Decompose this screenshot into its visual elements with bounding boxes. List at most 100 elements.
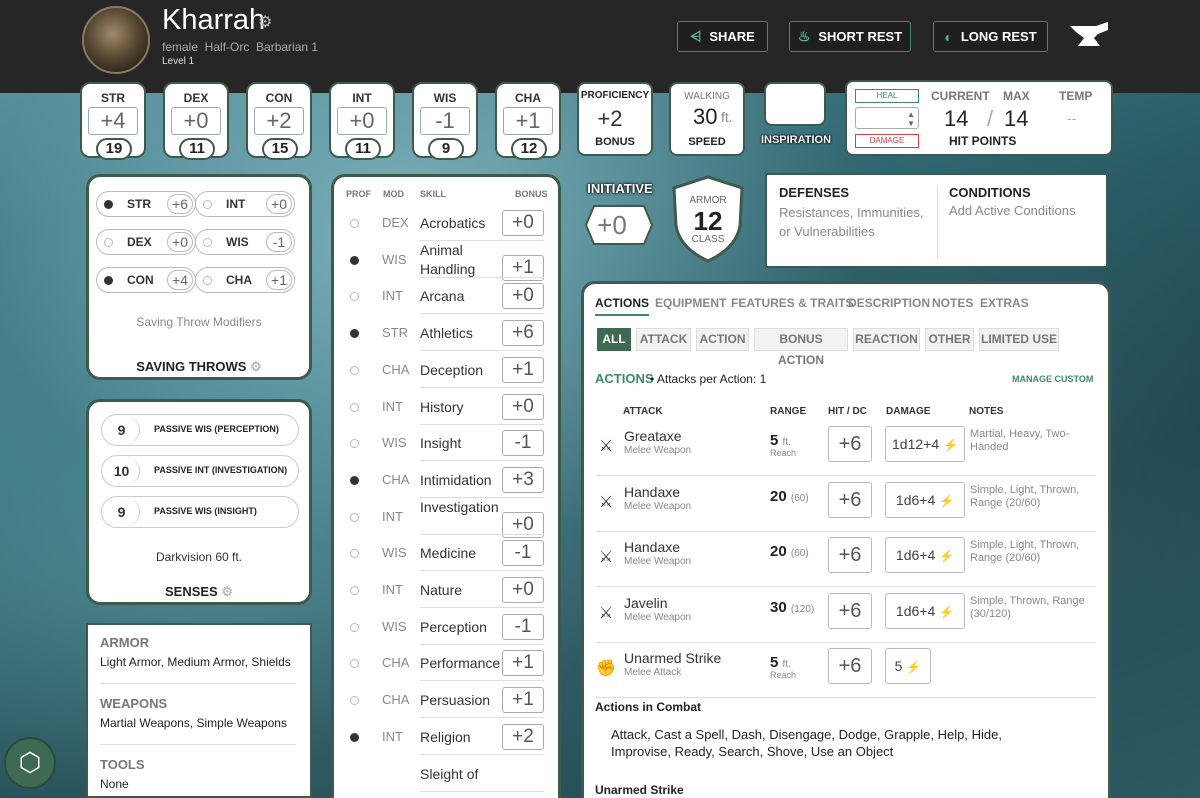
- filter-other[interactable]: OTHER: [925, 328, 974, 351]
- damage-button[interactable]: 1d12+4 ⚡: [885, 426, 965, 462]
- stepper-arrows-icon[interactable]: ▲ ▼: [907, 110, 915, 128]
- saving-throw-value: +4: [167, 270, 193, 290]
- skill-row[interactable]: CHA Performance +1: [334, 645, 558, 682]
- temp-hp-value[interactable]: --: [1067, 110, 1076, 126]
- weapons-prof-title: WEAPONS: [100, 696, 168, 711]
- saving-throw-int[interactable]: INT +0: [195, 191, 295, 217]
- inspiration-toggle[interactable]: [764, 82, 826, 126]
- tab-actions[interactable]: ACTIONS: [595, 296, 649, 316]
- hit-button[interactable]: +6: [828, 537, 872, 574]
- passive-perception[interactable]: 9 PASSIVE WIS (PERCEPTION): [101, 414, 299, 446]
- skill-row[interactable]: INT Arcana +0: [334, 278, 558, 315]
- saving-throws-title[interactable]: SAVING THROWS ⚙: [89, 359, 309, 375]
- hp-change-input[interactable]: ▲ ▼: [855, 107, 919, 129]
- skill-row[interactable]: DEX Acrobatics +0: [334, 205, 558, 241]
- current-hp-value[interactable]: 14: [944, 106, 968, 132]
- damage-button[interactable]: DAMAGE: [855, 134, 919, 148]
- hit-button[interactable]: +6: [828, 592, 872, 629]
- d20-icon[interactable]: ⬡: [4, 737, 56, 789]
- skill-bonus: +1: [502, 650, 544, 677]
- filter-attack[interactable]: ATTACK: [636, 328, 691, 351]
- attack-type: Melee Weapon: [624, 445, 692, 456]
- hit-button[interactable]: +6: [828, 648, 872, 685]
- skill-row[interactable]: WIS Insight -1: [334, 425, 558, 462]
- gear-icon[interactable]: ⚙: [258, 12, 272, 32]
- senses-title[interactable]: SENSES ⚙: [89, 584, 309, 600]
- skill-row[interactable]: WIS Medicine -1: [334, 535, 558, 572]
- tab-extras[interactable]: EXTRAS: [980, 296, 1029, 310]
- skill-row[interactable]: STR Athletics +6: [334, 315, 558, 352]
- damage-button[interactable]: 1d6+4 ⚡: [885, 592, 965, 629]
- proficiency-dot: [104, 276, 113, 285]
- proficiency-dot: [350, 292, 359, 302]
- long-rest-button[interactable]: ◐ LONG REST: [933, 21, 1048, 52]
- skill-row[interactable]: INT Nature +0: [334, 572, 558, 608]
- saving-throw-cha[interactable]: CHA +1: [195, 267, 295, 293]
- actions-in-combat-list[interactable]: Attack, Cast a Spell, Dash, Disengage, D…: [611, 726, 1061, 760]
- crossed-swords-icon: ⚔: [598, 604, 614, 622]
- ability-cha[interactable]: CHA +1 12: [495, 82, 561, 160]
- anvil-logo[interactable]: [1066, 18, 1112, 54]
- filter-limited-use[interactable]: LIMITED USE: [979, 328, 1059, 351]
- saving-throw-dex[interactable]: DEX +0: [96, 229, 196, 255]
- ability-con[interactable]: CON +2 15: [246, 82, 312, 160]
- share-button[interactable]: ⩤ SHARE: [677, 21, 768, 52]
- saving-throw-modifiers[interactable]: Saving Throw Modifiers: [89, 315, 309, 329]
- saving-throw-str[interactable]: STR +6: [96, 191, 196, 217]
- skill-row[interactable]: INT Investigation +0: [334, 499, 558, 538]
- filter-bonus-action[interactable]: BONUS ACTION: [754, 328, 848, 367]
- character-avatar[interactable]: [82, 6, 150, 74]
- proficiency-dot: [350, 732, 359, 742]
- skill-row[interactable]: INT History +0: [334, 389, 558, 425]
- tab-features-traits[interactable]: FEATURES & TRAITS: [731, 296, 853, 310]
- damage-button[interactable]: 1d6+4 ⚡: [885, 537, 965, 574]
- passive-value: 10: [104, 457, 140, 485]
- saving-throw-con[interactable]: CON +4: [96, 267, 196, 293]
- ability-dex[interactable]: DEX +0 11: [163, 82, 229, 160]
- proficiencies-panel[interactable]: ARMOR Light Armor, Medium Armor, Shields…: [86, 623, 312, 798]
- attack-row[interactable]: ⚔ Javelin Melee Weapon 30 (120) +6 1d6+4 ⚡ Sim…: [596, 587, 1096, 643]
- skill-row[interactable]: WIS Animal Handling +1: [334, 242, 558, 281]
- skill-row[interactable]: CHA Deception +1: [334, 352, 558, 388]
- tab-notes[interactable]: NOTES: [932, 296, 973, 310]
- damage-button[interactable]: 5 ⚡: [885, 648, 931, 685]
- attack-row[interactable]: ⚔ Handaxe Melee Weapon 20 (60) +6 1d6+4 ⚡ Simp…: [596, 531, 1096, 588]
- saving-throw-wis[interactable]: WIS -1: [195, 229, 295, 255]
- skill-row[interactable]: INT Religion +2: [334, 719, 558, 755]
- tab-equipment[interactable]: EQUIPMENT: [655, 296, 726, 310]
- ability-int[interactable]: INT +0 11: [329, 82, 395, 160]
- attack-row[interactable]: ✊ Unarmed Strike Melee Attack 5 ft. Reach +6 5…: [596, 642, 1096, 699]
- skill-ability: WIS: [382, 251, 407, 267]
- attack-row[interactable]: ⚔ Handaxe Melee Weapon 20 (60) +6 1d6+4 ⚡ Simp…: [596, 476, 1096, 532]
- hit-button[interactable]: +6: [828, 426, 872, 462]
- initiative-box[interactable]: +0: [584, 204, 654, 246]
- attack-row[interactable]: ⚔ Greataxe Melee Weapon 5 ft. Reach +6 1d12+4 …: [596, 420, 1096, 476]
- passive-insight[interactable]: 9 PASSIVE WIS (INSIGHT): [101, 496, 299, 528]
- ability-str[interactable]: STR +4 19: [80, 82, 146, 160]
- skill-row[interactable]: WIS Perception -1: [334, 609, 558, 645]
- conditions-text[interactable]: Add Active Conditions: [949, 203, 1075, 218]
- proficiency-value: +2: [597, 106, 623, 131]
- temp-hp-label: TEMP: [1059, 89, 1093, 103]
- gear-icon[interactable]: ⚙: [250, 359, 262, 374]
- filter-action[interactable]: ACTION: [696, 328, 749, 351]
- gear-icon[interactable]: ⚙: [221, 584, 233, 599]
- hit-button[interactable]: +6: [828, 481, 872, 518]
- tab-description[interactable]: DESCRIPTION: [848, 296, 930, 310]
- passive-investigation[interactable]: 10 PASSIVE INT (INVESTIGATION): [101, 455, 299, 487]
- heal-button[interactable]: HEAL: [855, 89, 919, 103]
- proficiency-label: PROFICIENCY: [580, 90, 650, 101]
- divider: [937, 185, 938, 259]
- defenses-text[interactable]: Resistances, Immunities, or Vulnerabilit…: [779, 203, 929, 241]
- ability-wis[interactable]: WIS -1 9: [412, 82, 478, 160]
- filter-reaction[interactable]: REACTION: [853, 328, 920, 351]
- skills-header-prof: PROF: [346, 189, 372, 199]
- ability-modifier: +2: [254, 107, 304, 135]
- skill-row[interactable]: CHA Intimidation +3: [334, 462, 558, 498]
- damage-button[interactable]: 1d6+4 ⚡: [885, 481, 965, 518]
- short-rest-button[interactable]: ♨ SHORT REST: [789, 21, 911, 52]
- skill-row[interactable]: Sleight of: [334, 756, 558, 792]
- skill-row[interactable]: CHA Persuasion +1: [334, 682, 558, 719]
- manage-custom-link[interactable]: MANAGE CUSTOM: [1012, 374, 1093, 384]
- filter-all[interactable]: ALL: [597, 328, 631, 351]
